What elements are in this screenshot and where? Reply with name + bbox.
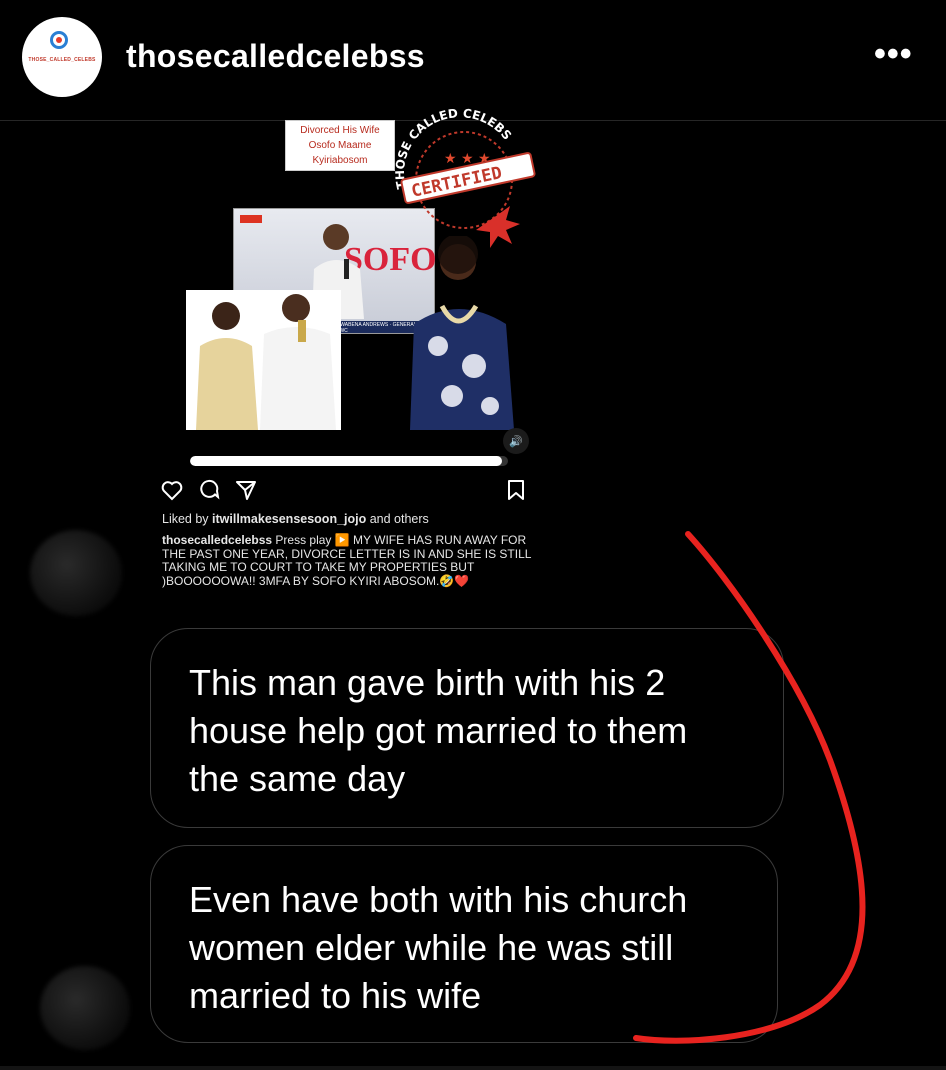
avatar-logo-text: THOSE_CALLED_CELEBS bbox=[28, 57, 96, 63]
overlay-caption-box: Divorced His Wife Osofo Maame Kyiriaboso… bbox=[285, 120, 395, 171]
username[interactable]: thosecalledcelebss bbox=[126, 38, 425, 75]
post-actions bbox=[160, 478, 530, 504]
liked-by-text: Liked by itwillmakesensesoon_jojo and ot… bbox=[162, 512, 429, 526]
profile-avatar[interactable]: THOSE_CALLED_CELEBS bbox=[22, 17, 102, 97]
heart-icon[interactable] bbox=[160, 478, 184, 502]
bookmark-icon[interactable] bbox=[504, 478, 528, 502]
logo-icon bbox=[50, 31, 68, 49]
commenter-avatar-blurred bbox=[30, 530, 122, 616]
live-badge bbox=[240, 215, 262, 223]
post-caption: thosecalledcelebss Press play ▶️ MY WIFE… bbox=[162, 533, 534, 588]
overlay-caption-line: Osofo Maame bbox=[308, 140, 372, 151]
video-progress-bar[interactable] bbox=[190, 456, 508, 466]
overlay-caption-line: Divorced His Wife bbox=[300, 125, 380, 136]
overlay-caption-line: Kyiriabosom bbox=[312, 155, 368, 166]
caption-username[interactable]: thosecalledcelebss bbox=[162, 533, 272, 547]
commenter-avatar-blurred bbox=[40, 966, 130, 1050]
video-progress-fill bbox=[190, 456, 502, 466]
liked-by-user[interactable]: itwillmakesensesoon_jojo bbox=[212, 512, 366, 526]
couple-figure bbox=[186, 290, 341, 430]
comment-icon[interactable] bbox=[198, 478, 222, 502]
share-icon[interactable] bbox=[234, 478, 258, 502]
woman-figure bbox=[410, 236, 514, 430]
volume-icon[interactable]: 🔊 bbox=[503, 428, 529, 454]
liked-by-prefix: Liked by bbox=[162, 512, 213, 526]
divider bbox=[0, 1066, 946, 1070]
post-header: THOSE_CALLED_CELEBS thosecalledcelebss •… bbox=[0, 0, 946, 121]
message-bubble: Even have both with his church women eld… bbox=[150, 845, 778, 1043]
more-options-icon[interactable]: ••• bbox=[874, 37, 913, 71]
message-bubble: This man gave birth with his 2 house hel… bbox=[150, 628, 784, 828]
liked-by-rest: and others bbox=[366, 512, 429, 526]
